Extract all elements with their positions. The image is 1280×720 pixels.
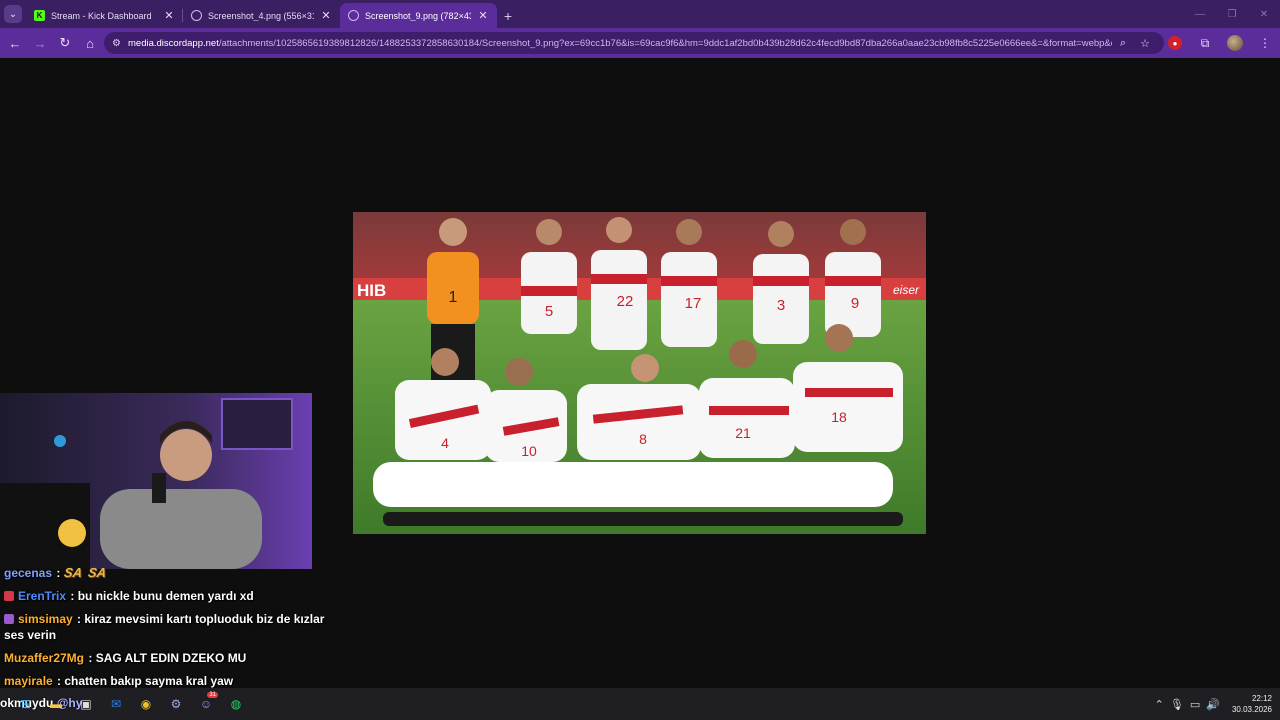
tab-title: Stream - Kick Dashboard <box>51 10 152 21</box>
kick-icon: K <box>34 10 45 21</box>
svg-text:9: 9 <box>851 295 859 312</box>
url-text[interactable]: media.discordapp.net/attachments/1025865… <box>128 38 1112 49</box>
tab-kick-dashboard[interactable]: K Stream - Kick Dashboard ✕ <box>26 3 183 28</box>
bookmark-star-icon[interactable]: ☆ <box>1134 37 1156 50</box>
tab-screenshot-9[interactable]: Screenshot_9.png (782×439) ✕ <box>340 3 497 28</box>
chat-message: Muzaffer27Mg : SAG ALT EDIN DZEKO MU <box>4 651 247 665</box>
chat-username: mayirale <box>4 674 53 688</box>
windows-taskbar: okmuydu @hy ⊞ ▬ ▣ ✉ ◉ ⚙ ☺ 31 ◍ ⌃ 🎙 ▭ 🔊 22… <box>0 688 1280 720</box>
extension-icon[interactable]: ● <box>1168 36 1182 50</box>
address-bar[interactable]: ⚙ media.discordapp.net/attachments/10258… <box>104 32 1164 54</box>
tab-search-chevron-icon[interactable]: ⌄ <box>4 5 22 23</box>
start-windows-icon[interactable]: ⊞ <box>14 692 38 716</box>
window-controls: — ❐ ✕ <box>1184 0 1280 28</box>
chat-badge-icon <box>4 591 14 601</box>
spotify-icon[interactable]: ◍ <box>224 692 248 716</box>
chat-emote: SA <box>62 565 83 580</box>
tab-title: Screenshot_9.png (782×439) <box>365 10 471 21</box>
chat-username: simsimay <box>18 612 73 626</box>
taskbar-apps: ⊞ ▬ ▣ ✉ ◉ ⚙ ☺ 31 ◍ <box>14 688 248 720</box>
chat-emote: SA <box>86 565 107 580</box>
window-close-icon[interactable]: ✕ <box>1248 0 1280 28</box>
discord-icon[interactable]: ☺ 31 <box>194 692 218 716</box>
site-info-icon[interactable]: ⚙ <box>112 38 128 49</box>
system-tray: ⌃ 🎙 ▭ 🔊 22:12 30.03.2026 <box>1155 688 1272 720</box>
reload-icon[interactable]: ↻ <box>53 31 77 55</box>
tab-strip: ⌄ K Stream - Kick Dashboard ✕ Screenshot… <box>0 0 1280 28</box>
svg-text:18: 18 <box>831 409 847 425</box>
sponsor-right: eiser <box>893 283 920 297</box>
chat-message: ErenTrix : bu nickle bunu demen yardı xd <box>4 588 334 604</box>
chat-message: mayirale : chatten bakıp sayma kral yaw <box>4 674 234 688</box>
toolbar-right: ● ⧉ ⋮ <box>1160 32 1280 54</box>
tab-screenshot-4[interactable]: Screenshot_4.png (556×312) ✕ <box>183 3 340 28</box>
svg-text:3: 3 <box>777 297 785 314</box>
svg-text:4: 4 <box>441 435 449 451</box>
chat-username: ErenTrix <box>18 589 67 603</box>
svg-text:5: 5 <box>545 303 553 320</box>
new-tab-plus-icon[interactable]: + <box>497 3 519 28</box>
minimize-icon[interactable]: — <box>1184 0 1216 28</box>
forward-arrow-icon[interactable]: → <box>28 31 52 55</box>
chat-text: chatten bakıp sayma kral yaw <box>64 674 234 688</box>
svg-text:17: 17 <box>685 295 702 312</box>
microphone-icon[interactable]: 🎙 <box>1170 698 1184 711</box>
stream-chat-overlay: gecenas : SA SA ErenTrix : bu nickle bunu… <box>4 565 334 696</box>
chat-username: gecenas <box>4 566 53 580</box>
store-icon[interactable]: ▣ <box>74 692 98 716</box>
svg-text:21: 21 <box>735 425 751 441</box>
svg-text:1: 1 <box>449 289 458 306</box>
profile-avatar[interactable] <box>1227 35 1243 51</box>
tray-chevron-up-icon[interactable]: ⌃ <box>1155 698 1164 711</box>
chat-username: Muzaffer27Mg <box>4 651 85 665</box>
chat-badge-icon <box>4 614 14 624</box>
tab-title: Screenshot_4.png (556×312) <box>208 10 314 21</box>
notification-badge: 31 <box>207 692 218 698</box>
chrome-icon[interactable]: ◉ <box>134 692 158 716</box>
home-icon[interactable]: ⌂ <box>78 31 102 55</box>
speaker-icon[interactable]: 🔊 <box>1206 698 1220 711</box>
sponsor-left: HIB <box>357 281 386 300</box>
chat-message: simsimay : kiraz mevsimi kartı topluoduk… <box>4 612 325 642</box>
team-photo[interactable]: HIB eiser 1 5 22 17 3 9 4 10 8 21 18 <box>353 212 926 534</box>
zoom-icon[interactable]: ⌕ <box>1112 37 1134 50</box>
outlook-icon[interactable]: ✉ <box>104 692 128 716</box>
chat-text: SAG ALT EDIN DZEKO MU <box>95 651 247 665</box>
globe-icon <box>348 10 359 21</box>
chat-text: bu nickle bunu demen yardı xd <box>77 589 254 603</box>
file-explorer-icon[interactable]: ▬ <box>44 692 68 716</box>
network-icon[interactable]: ▭ <box>1190 698 1200 711</box>
maximize-icon[interactable]: ❐ <box>1216 0 1248 28</box>
chat-message: gecenas : SA SA <box>4 565 107 580</box>
close-icon[interactable]: ✕ <box>320 9 332 22</box>
svg-text:10: 10 <box>521 443 537 459</box>
steam-icon[interactable]: ⚙ <box>164 692 188 716</box>
svg-text:22: 22 <box>617 293 634 310</box>
webcam-overlay <box>0 393 312 569</box>
browser-toolbar: ← → ↻ ⌂ ⚙ media.discordapp.net/attachmen… <box>0 28 1280 58</box>
extensions-puzzle-icon[interactable]: ⧉ <box>1190 36 1220 51</box>
tab-list: K Stream - Kick Dashboard ✕ Screenshot_4… <box>26 3 519 28</box>
globe-icon <box>191 10 202 21</box>
svg-text:8: 8 <box>639 431 647 447</box>
back-arrow-icon[interactable]: ← <box>3 31 27 55</box>
menu-kebab-icon[interactable]: ⋮ <box>1250 36 1280 50</box>
screen: ⌄ K Stream - Kick Dashboard ✕ Screenshot… <box>0 0 1280 720</box>
clock[interactable]: 22:12 30.03.2026 <box>1232 693 1272 715</box>
close-icon[interactable]: ✕ <box>163 9 175 22</box>
close-icon[interactable]: ✕ <box>477 9 489 22</box>
